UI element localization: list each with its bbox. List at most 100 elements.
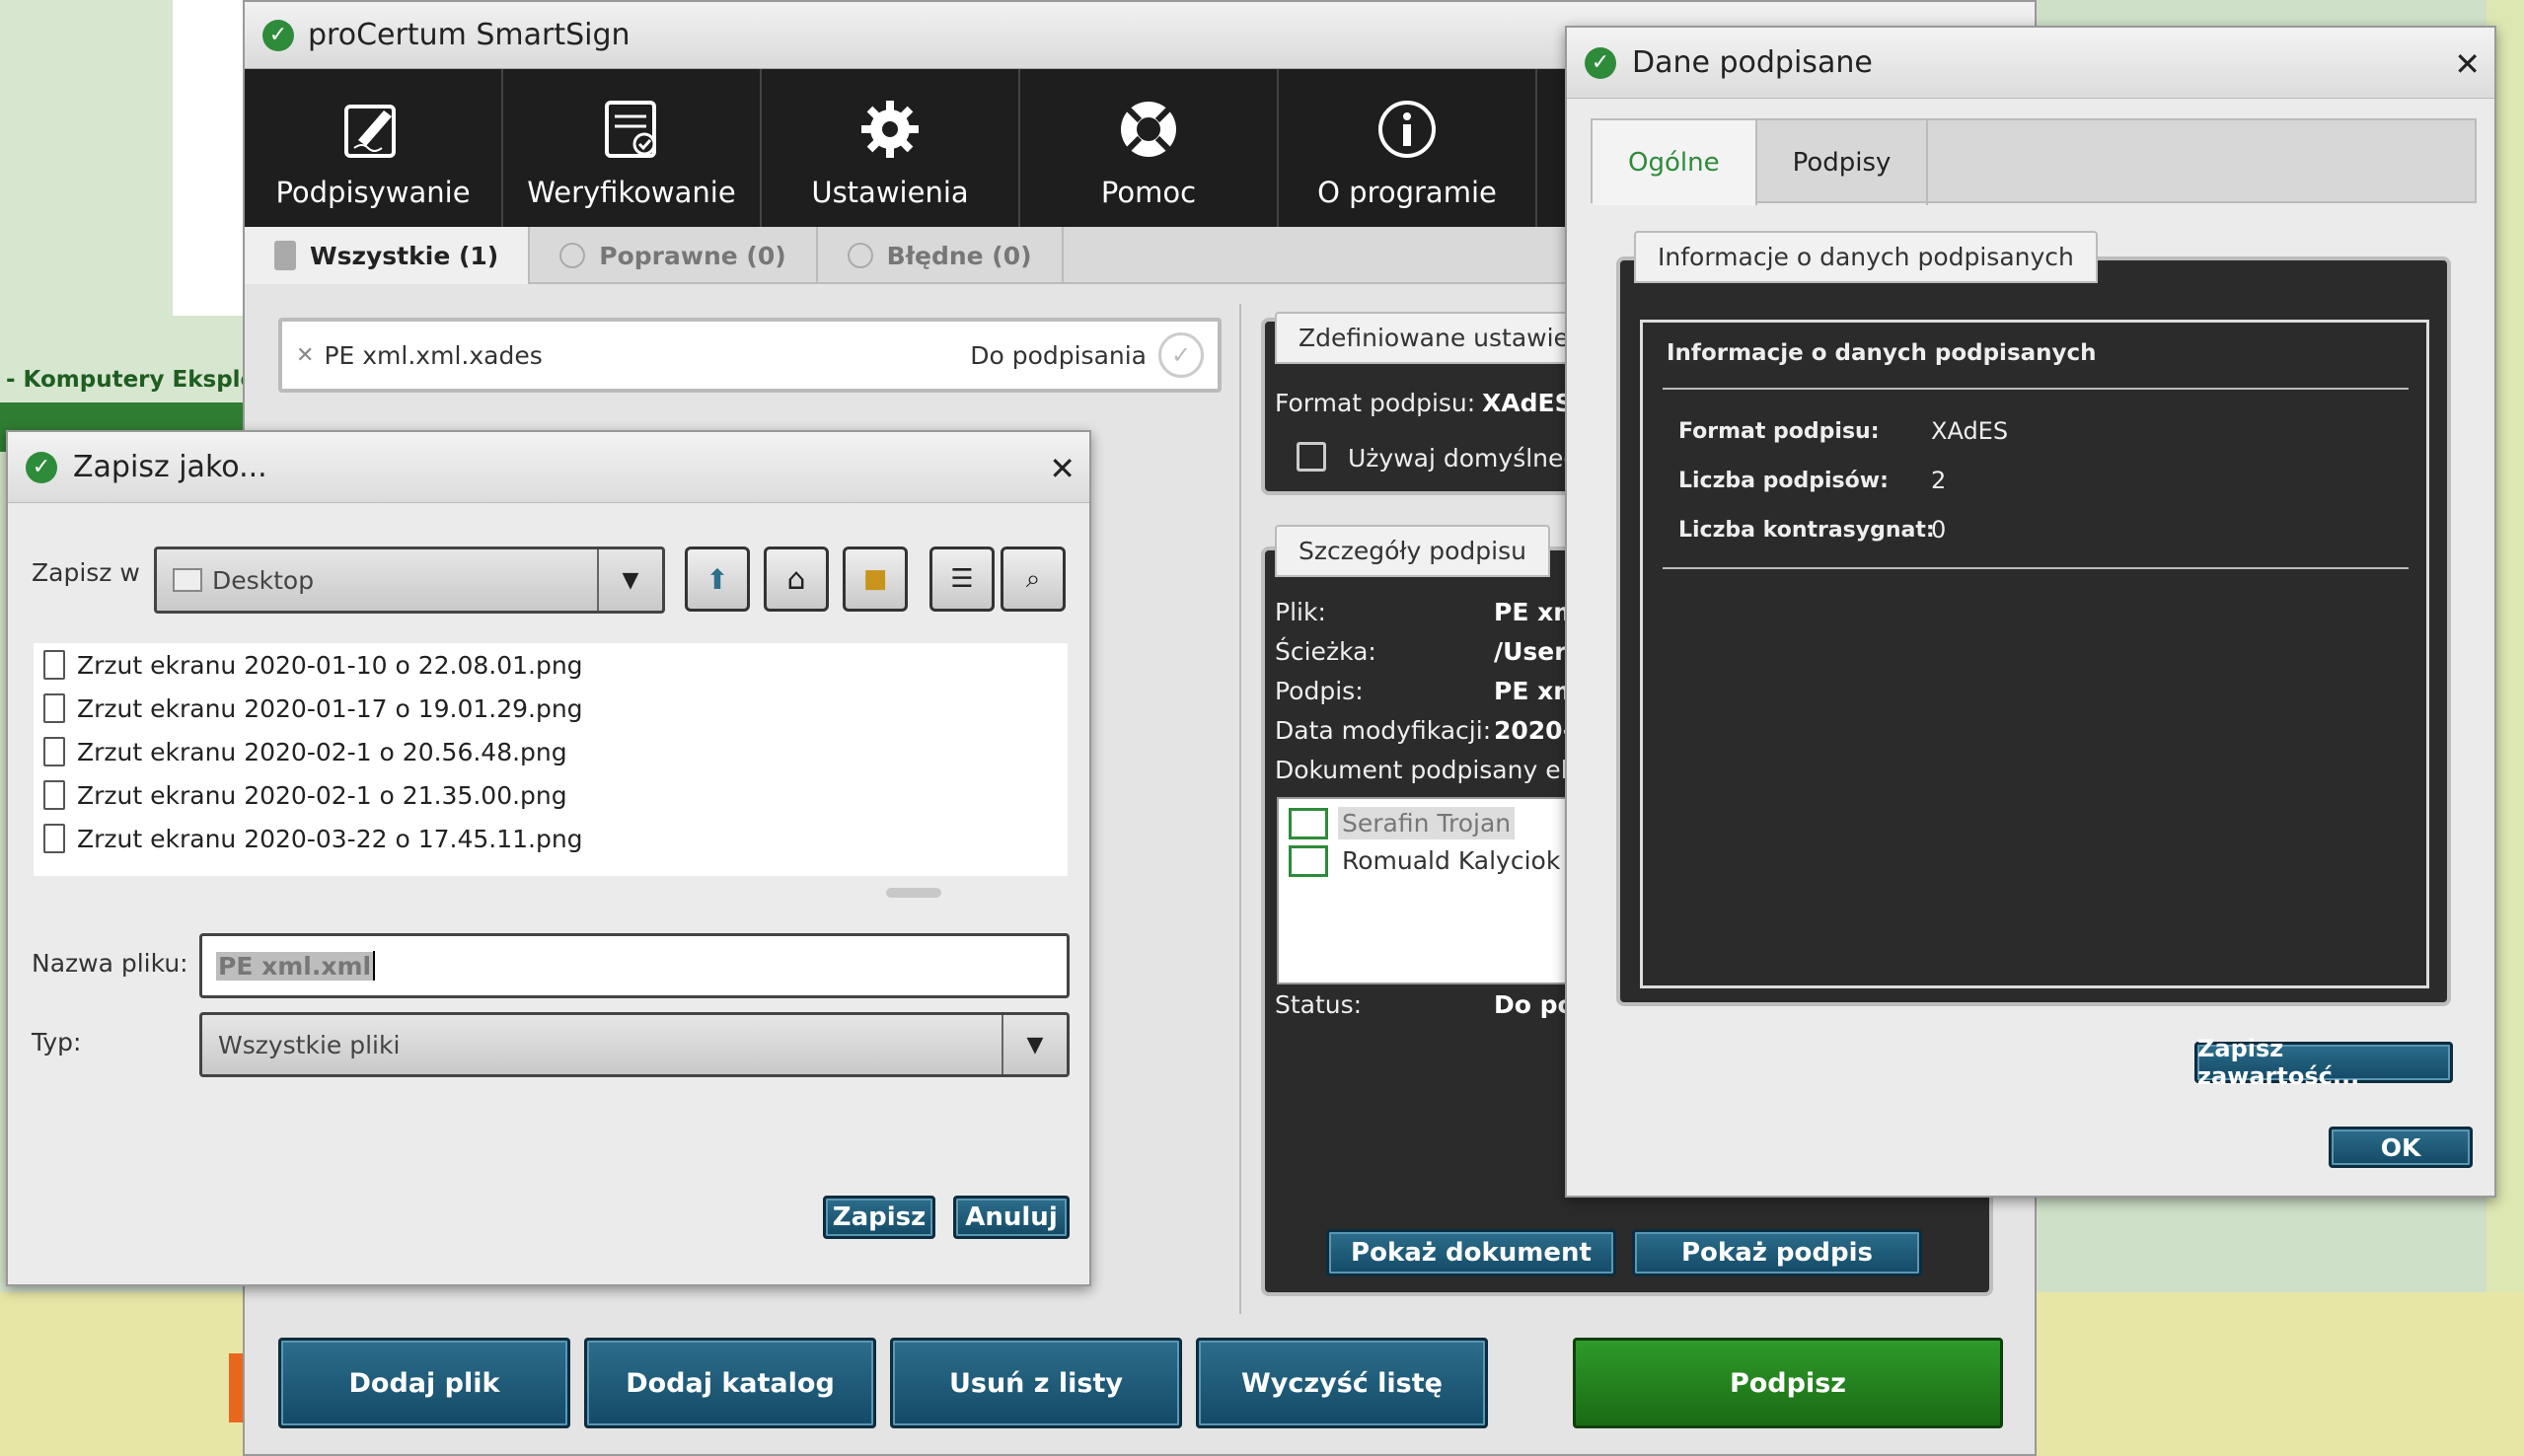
tab-all[interactable]: Wszystkie (1) [245, 227, 531, 284]
file-status: Do podpisania [970, 340, 1147, 370]
show-signature-button[interactable]: Pokaż podpis [1632, 1229, 1922, 1276]
toolbar-verify-button[interactable]: Weryfikowanie [503, 69, 762, 227]
default-checkbox-label: Używaj domyślnego [1348, 444, 1595, 473]
file-name: Zrzut ekranu 2020-02-1 o 21.35.00.png [77, 780, 567, 810]
list-item[interactable]: Zrzut ekranu 2020-01-10 o 22.08.01.png [43, 643, 583, 687]
file-icon [43, 737, 65, 766]
file-icon [43, 650, 65, 680]
file-name: PE xml.xml.xades [324, 340, 543, 370]
divider [1663, 388, 2409, 390]
info-value: XAdES [1931, 417, 2009, 445]
filename-input[interactable]: PE xml.xml [199, 933, 1070, 998]
details-panel-tab: Szczegóły podpisu [1275, 525, 1550, 577]
app-logo-icon: ✓ [26, 451, 57, 483]
status-value: Do po [1494, 990, 1575, 1019]
tab-label: Błędne (0) [886, 241, 1032, 270]
save-dialog-titlebar[interactable]: ✓ Zapisz jako... ✕ [8, 432, 1089, 503]
new-folder-button[interactable]: ■ [843, 546, 908, 612]
text-cursor [373, 951, 376, 981]
add-folder-button[interactable]: Dodaj katalog [584, 1338, 876, 1428]
format-label: Format podpisu: [1275, 389, 1476, 417]
info-value: 0 [1931, 516, 1947, 544]
toolbar-settings-button[interactable]: Ustawienia [762, 69, 1020, 227]
certificate-icon [1289, 807, 1328, 839]
details-view-button[interactable]: ⌕ [1001, 546, 1066, 612]
save-button[interactable]: Zapisz [823, 1196, 935, 1239]
toolbar-help-button[interactable]: Pomoc [1020, 69, 1279, 227]
location-select[interactable]: Desktop ▼ [154, 546, 665, 614]
file-list-item[interactable]: ✕ PE xml.xml.xades Do podpisania ✓ [278, 318, 1222, 393]
detail-label: Podpis: [1275, 677, 1364, 705]
add-file-button[interactable]: Dodaj plik [278, 1338, 570, 1428]
signed-dialog-titlebar[interactable]: ✓ Dane podpisane ✕ [1567, 28, 2494, 99]
file-name: Zrzut ekranu 2020-01-10 o 22.08.01.png [77, 650, 583, 680]
close-icon[interactable]: ✕ [1049, 450, 1076, 487]
background-link[interactable]: - Komputery Eksploa [6, 367, 271, 393]
app-logo-icon: ✓ [1585, 46, 1616, 79]
file-name: Zrzut ekranu 2020-02-1 o 20.56.48.png [77, 737, 567, 766]
details-view-icon: ⌕ [1025, 563, 1041, 594]
default-checkbox[interactable] [1297, 442, 1326, 472]
list-item[interactable]: Zrzut ekranu 2020-03-22 o 17.45.11.png [43, 817, 583, 860]
filename-label: Nazwa pliku: [32, 949, 188, 978]
save-dialog-title: Zapisz jako... [73, 450, 267, 484]
toolbar-label: Podpisywanie [275, 176, 471, 209]
toolbar-sign-button[interactable]: Podpisywanie [245, 69, 503, 227]
show-document-button[interactable]: Pokaż dokument [1326, 1229, 1616, 1276]
signed-dialog-tabs: Ogólne Podpisy [1591, 118, 2477, 205]
scrollbar-thumb[interactable] [886, 888, 941, 898]
info-icon [1374, 97, 1440, 162]
signer-row[interactable]: Romuald Kalyciok [1289, 844, 1564, 877]
info-label: Liczba podpisów: [1678, 469, 1889, 493]
file-icon [43, 824, 65, 853]
remove-from-list-button[interactable]: Usuń z listy [890, 1338, 1182, 1428]
ok-button[interactable]: OK [2329, 1127, 2473, 1168]
save-as-dialog: ✓ Zapisz jako... ✕ Zapisz w Desktop ▼ ⬆ … [6, 430, 1091, 1286]
up-folder-button[interactable]: ⬆ [685, 546, 750, 612]
file-browser[interactable]: Zrzut ekranu 2020-01-10 o 22.08.01.png Z… [34, 643, 1068, 876]
save-in-label: Zapisz w [32, 558, 140, 587]
detail-value: 2020- [1494, 716, 1573, 745]
chevron-down-icon[interactable]: ▼ [1002, 1015, 1067, 1074]
tab-valid[interactable]: Poprawne (0) [530, 227, 818, 284]
home-button[interactable]: ⌂ [764, 546, 829, 612]
signed-dialog-title: Dane podpisane [1632, 45, 1873, 80]
list-item[interactable]: Zrzut ekranu 2020-02-1 o 21.35.00.png [43, 773, 583, 817]
error-circle-icon [847, 243, 873, 268]
detail-label: Data modyfikacji: [1275, 716, 1492, 745]
document-icon [274, 241, 296, 270]
remove-icon[interactable]: ✕ [296, 343, 314, 368]
cancel-button[interactable]: Anuluj [953, 1196, 1070, 1239]
info-value: 2 [1931, 467, 1947, 494]
list-item[interactable]: Zrzut ekranu 2020-01-17 o 19.01.29.png [43, 687, 583, 730]
signer-row[interactable]: Serafin Trojan [1289, 807, 1516, 839]
toolbar-label: Weryfikowanie [527, 176, 736, 209]
clear-list-button[interactable]: Wyczyść listę [1196, 1338, 1488, 1428]
info-label: Format podpisu: [1678, 419, 1880, 444]
app-logo-icon: ✓ [262, 19, 294, 51]
save-content-button[interactable]: Zapisz zawartość... [2194, 1035, 2453, 1090]
chevron-down-icon[interactable]: ▼ [597, 549, 662, 611]
file-items: Zrzut ekranu 2020-01-10 o 22.08.01.png Z… [43, 643, 583, 860]
info-label: Liczba kontrasygnat: [1678, 518, 1935, 543]
toolbar-label: Ustawienia [811, 176, 969, 209]
detail-label: Plik: [1275, 598, 1326, 626]
certificate-icon [1289, 844, 1328, 877]
signed-by-label: Dokument podpisany ele [1275, 756, 1583, 784]
sign-button[interactable]: Podpisz [1573, 1338, 2003, 1428]
close-icon[interactable]: ✕ [2454, 45, 2481, 83]
list-view-button[interactable]: ☰ [929, 546, 995, 612]
tab-general[interactable]: Ogólne [1593, 120, 1757, 205]
toolbar-about-button[interactable]: O programie [1279, 69, 1537, 227]
folder-icon [173, 568, 202, 592]
file-type-select[interactable]: Wszystkie pliki ▼ [199, 1012, 1070, 1077]
signer-name: Serafin Trojan [1338, 807, 1516, 839]
signed-data-dialog: ✓ Dane podpisane ✕ Ogólne Podpisy Inform… [1565, 26, 2496, 1198]
tab-invalid[interactable]: Błędne (0) [818, 227, 1064, 284]
list-item[interactable]: Zrzut ekranu 2020-02-1 o 20.56.48.png [43, 730, 583, 773]
format-value: XAdES [1482, 389, 1573, 417]
gear-icon [857, 97, 923, 162]
info-heading: Informacje o danych podpisanych [1667, 340, 2097, 366]
type-label: Typ: [32, 1028, 82, 1056]
tab-signatures[interactable]: Podpisy [1757, 120, 1929, 205]
